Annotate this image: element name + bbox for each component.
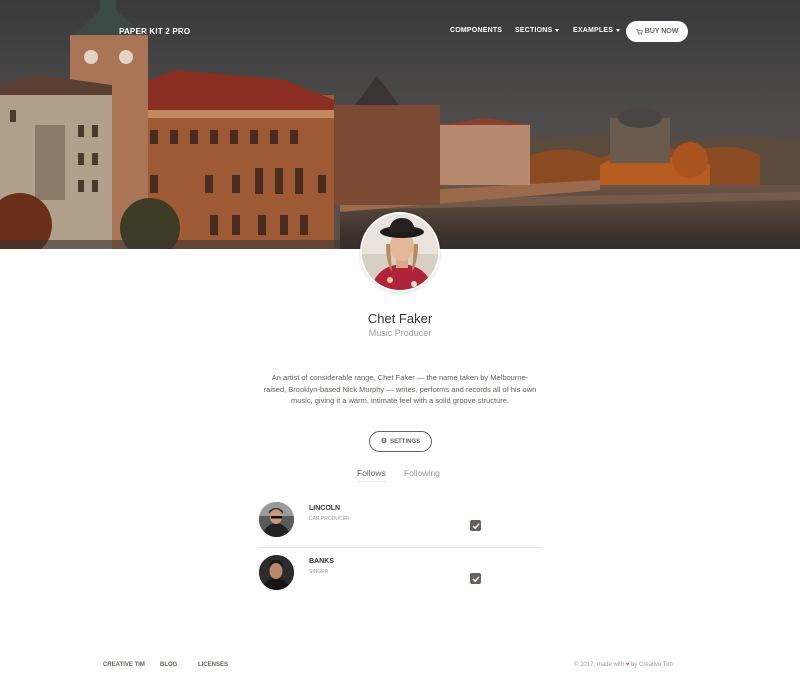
brand-logo[interactable]: PAPER KIT 2 PRO	[119, 27, 190, 36]
avatar	[259, 555, 294, 590]
tab-active-indicator	[357, 481, 387, 482]
follow-role: SINGER	[309, 569, 329, 575]
list-divider	[258, 547, 542, 548]
navbar: PAPER KIT 2 PRO COMPONENTS SECTIONS EXAM…	[0, 0, 800, 62]
profile-avatar	[360, 212, 440, 292]
follow-name: LINCOLN	[309, 505, 341, 512]
shopping-cart-icon	[635, 28, 643, 35]
follow-checkbox[interactable]	[470, 573, 481, 584]
nav-item-examples[interactable]: EXAMPLES	[573, 27, 621, 34]
gear-icon: ⚙	[380, 438, 388, 445]
follow-name: BANKS	[309, 558, 334, 565]
avatar	[259, 502, 294, 537]
footer-link-creative-tim[interactable]: CREATIVE TIM	[103, 662, 145, 668]
tab-following[interactable]: Following	[404, 468, 440, 478]
nav-item-components[interactable]: COMPONENTS	[450, 27, 502, 34]
list-item: LINCOLN CAR PRODUCER	[258, 500, 542, 553]
buy-now-button[interactable]: BUY NOW	[626, 21, 688, 42]
profile-bio: An artist of considerable range, Chet Fa…	[263, 373, 537, 406]
tab-follows[interactable]: Follows	[357, 468, 386, 478]
settings-button[interactable]: ⚙ SETTINGS	[369, 431, 432, 452]
footer-link-blog[interactable]: BLOG	[160, 662, 177, 668]
chevron-down-icon	[616, 28, 621, 32]
nav-item-sections[interactable]: SECTIONS	[515, 27, 560, 34]
chevron-down-icon	[555, 28, 560, 32]
check-icon	[472, 575, 480, 582]
profile-title: Music Producer	[368, 328, 432, 338]
check-icon	[472, 522, 480, 529]
list-item: BANKS SINGER	[258, 553, 542, 606]
follow-role: CAR PRODUCER	[309, 516, 350, 522]
heart-icon: ♥	[625, 662, 630, 668]
copyright-text: © 2017, made with ♥ by Creative Tim	[574, 662, 673, 668]
follow-checkbox[interactable]	[470, 520, 481, 531]
footer-link-licenses[interactable]: LICENSES	[198, 662, 228, 668]
profile-name: Chet Faker	[367, 311, 433, 326]
